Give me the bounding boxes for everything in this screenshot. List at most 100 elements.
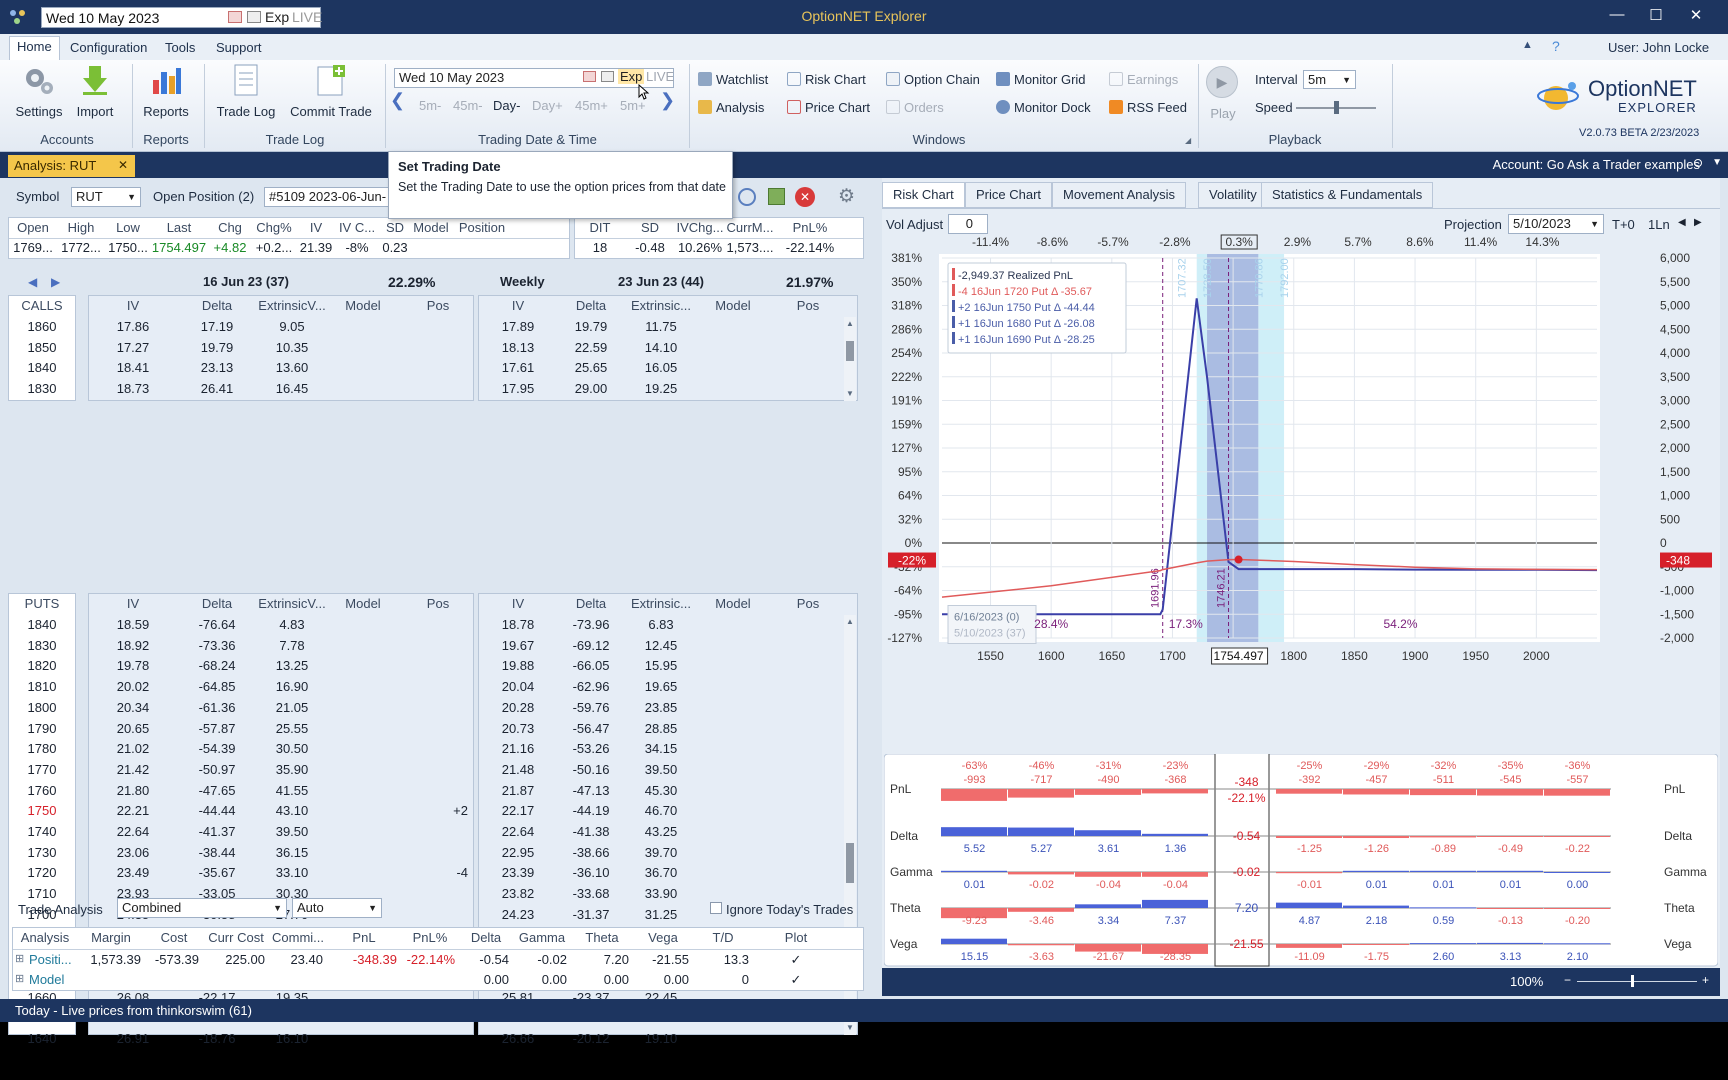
menu-configuration[interactable]: Configuration bbox=[63, 38, 154, 57]
put-row[interactable]: 1800 20.34 -61.36 21.05 20.28 -59.76 23.85 bbox=[8, 698, 838, 718]
analysis-button[interactable]: Analysis bbox=[698, 100, 764, 115]
exp-button[interactable]: Exp bbox=[618, 69, 645, 84]
combined-select[interactable]: Combined ▼ bbox=[117, 898, 287, 918]
strike-cell: 1760 bbox=[27, 782, 57, 798]
reports-button[interactable]: Reports bbox=[139, 64, 193, 128]
call-row[interactable]: 1840 18.41 23.13 13.60 17.61 25.65 16.05 bbox=[8, 358, 838, 378]
put-row[interactable]: 1740 22.64 -41.37 39.50 22.64 -41.38 43.25 bbox=[8, 822, 838, 842]
menu-support[interactable]: Support bbox=[209, 38, 269, 57]
menu-tools[interactable]: Tools bbox=[158, 38, 202, 57]
tab-analysis-rut[interactable]: Analysis: RUT ✕ bbox=[8, 155, 135, 177]
put-row[interactable]: 1790 20.65 -57.87 25.55 20.73 -56.47 28.85 bbox=[8, 719, 838, 739]
delete-icon[interactable]: ✕ bbox=[795, 187, 815, 207]
dropdown-icon[interactable]: ▼ bbox=[1712, 157, 1722, 168]
open-position-select[interactable]: #5109 2023-06-Jun- bbox=[264, 187, 394, 207]
interval-select[interactable]: 5m ▼ bbox=[1303, 70, 1356, 89]
tab-statistics[interactable]: Statistics & Fundamentals bbox=[1261, 182, 1434, 208]
chain-cell[interactable]: +2 bbox=[398, 803, 474, 818]
symbol-select[interactable]: RUT ▼ bbox=[71, 187, 141, 207]
step-5m-back[interactable]: 5m- bbox=[419, 98, 441, 113]
auto-select[interactable]: Auto ▼ bbox=[292, 898, 382, 918]
ignore-trades-checkbox[interactable] bbox=[710, 902, 722, 914]
price-chart-button[interactable]: Price Chart bbox=[787, 100, 870, 115]
step-forward-icon[interactable]: ❯ bbox=[660, 90, 675, 111]
orders-button[interactable]: Orders bbox=[886, 100, 944, 115]
put-row[interactable]: 1770 21.42 -50.97 35.90 21.48 -50.16 39.50 bbox=[8, 760, 838, 780]
right-axis-tick: 4,500 bbox=[1660, 322, 1690, 336]
close-tab-icon[interactable]: ✕ bbox=[118, 158, 128, 172]
step-back-icon[interactable]: ❮ bbox=[390, 90, 405, 111]
plot-checkbox[interactable]: ✓ bbox=[753, 952, 839, 968]
zoom-in-icon[interactable]: + bbox=[1702, 973, 1709, 987]
calendar-icon[interactable] bbox=[583, 71, 596, 82]
step-45m-back[interactable]: 45m- bbox=[453, 98, 483, 113]
put-row[interactable]: 1720 23.49 -35.67 33.10 -4 23.39 -36.10 36.70 bbox=[8, 863, 838, 883]
expand-row-icon[interactable]: ⊞ bbox=[15, 952, 24, 965]
step-5m-forward[interactable]: 5m+ bbox=[620, 98, 646, 113]
scroll-thumb[interactable] bbox=[846, 341, 854, 361]
scroll-thumb[interactable] bbox=[846, 843, 854, 883]
risk-chart-plot[interactable]: 381% 6,000 350% 5,500 318% 5,000 286% 4,500 254%… bbox=[882, 234, 1720, 674]
rss-feed-button[interactable]: RSS Feed bbox=[1109, 100, 1187, 115]
tab-price-chart[interactable]: Price Chart bbox=[965, 182, 1053, 208]
live-button[interactable]: LIVE bbox=[646, 69, 674, 84]
earnings-button[interactable]: Earnings bbox=[1109, 72, 1178, 87]
put-row[interactable]: 1750 22.21 -44.44 43.10 +2 22.17 -44.19 46.70 bbox=[8, 801, 838, 821]
search-icon[interactable] bbox=[738, 188, 756, 206]
zoom-out-icon[interactable]: − bbox=[1564, 973, 1571, 987]
import-button[interactable]: Import bbox=[68, 64, 122, 128]
put-row[interactable]: 1840 18.59 -76.64 4.83 18.78 -73.96 6.83 bbox=[8, 615, 838, 635]
step-45m-forward[interactable]: 45m+ bbox=[575, 98, 608, 113]
zoom-slider-thumb[interactable] bbox=[1631, 975, 1634, 987]
trade-log-button[interactable]: Trade Log bbox=[212, 64, 280, 128]
settings-gear-icon[interactable]: ⚙ bbox=[838, 185, 855, 208]
step-day-forward[interactable]: Day+ bbox=[532, 98, 563, 113]
projection-date-select[interactable]: 5/10/2023 ▼ bbox=[1508, 214, 1604, 234]
put-row[interactable]: 1780 21.02 -54.39 30.50 21.16 -53.26 34.15 bbox=[8, 739, 838, 759]
put-row[interactable]: 1830 18.92 -73.36 7.78 19.67 -69.12 12.45 bbox=[8, 636, 838, 656]
risk-chart-button[interactable]: Risk Chart bbox=[787, 72, 866, 87]
spreadsheet-icon[interactable] bbox=[768, 188, 785, 205]
monitor-grid-button[interactable]: Monitor Grid bbox=[996, 72, 1086, 87]
scroll-down-icon[interactable]: ▼ bbox=[846, 389, 854, 398]
watchlist-button[interactable]: Watchlist bbox=[698, 72, 768, 87]
plot-checkbox[interactable]: ✓ bbox=[753, 972, 839, 988]
scroll-down-icon[interactable]: ▼ bbox=[846, 1023, 854, 1032]
put-row[interactable]: 1640 26.91 -18.76 16.10 26.66 -20.12 19.10 bbox=[8, 1029, 838, 1049]
tab-risk-chart[interactable]: Risk Chart bbox=[882, 182, 965, 208]
put-row[interactable]: 1820 19.78 -68.24 13.25 19.88 -66.05 15.95 bbox=[8, 656, 838, 676]
expand-row-icon[interactable]: ⊞ bbox=[15, 972, 24, 985]
collapse-ribbon-icon[interactable]: ▲ bbox=[1522, 39, 1533, 51]
zoom-slider[interactable] bbox=[1577, 981, 1697, 982]
tab-volatility[interactable]: Volatility bbox=[1198, 182, 1268, 208]
scroll-up-icon[interactable]: ▲ bbox=[846, 617, 854, 626]
settings-button[interactable]: Settings bbox=[12, 64, 66, 128]
speed-slider-thumb[interactable] bbox=[1334, 101, 1339, 114]
monitor-dock-button[interactable]: Monitor Dock bbox=[996, 100, 1091, 115]
call-row[interactable]: 1860 17.86 17.19 9.05 17.89 19.79 11.75 bbox=[8, 317, 838, 337]
grid-icon[interactable] bbox=[601, 71, 614, 82]
scroll-up-icon[interactable]: ▲ bbox=[846, 319, 854, 328]
expiry-nav-next-icon[interactable]: ▶ bbox=[51, 275, 60, 289]
vol-adjust-spinner[interactable]: 0 bbox=[948, 214, 988, 234]
chain-cell[interactable]: -4 bbox=[398, 865, 474, 880]
put-row[interactable]: 1760 21.80 -47.65 41.55 21.87 -47.13 45.30 bbox=[8, 781, 838, 801]
put-row[interactable]: 1730 23.06 -38.44 36.15 22.95 -38.66 39.70 bbox=[8, 843, 838, 863]
maximize-icon[interactable]: ☐ bbox=[1643, 6, 1669, 28]
expiry-nav-prev-icon[interactable]: ◀ bbox=[28, 275, 37, 289]
tab-movement-analysis[interactable]: Movement Analysis bbox=[1052, 182, 1186, 208]
step-day-back[interactable]: Day- bbox=[493, 98, 520, 113]
call-row[interactable]: 1850 17.27 19.79 10.35 18.13 22.59 14.10 bbox=[8, 338, 838, 358]
help-icon[interactable]: ? bbox=[1552, 38, 1560, 54]
menu-home[interactable]: Home bbox=[9, 36, 60, 60]
call-row[interactable]: 1830 18.73 26.41 16.45 17.95 29.00 19.25 bbox=[8, 379, 838, 399]
prev-icon[interactable]: ◀ bbox=[1678, 217, 1686, 228]
put-row[interactable]: 1810 20.02 -64.85 16.90 20.04 -62.96 19.65 bbox=[8, 677, 838, 697]
next-icon[interactable]: ▶ bbox=[1694, 217, 1702, 228]
option-chain-button[interactable]: Option Chain bbox=[886, 72, 980, 87]
minimize-icon[interactable]: — bbox=[1604, 6, 1630, 28]
play-button[interactable]: ▶ Play bbox=[1206, 66, 1240, 126]
commit-trade-button[interactable]: Commit Trade bbox=[286, 64, 376, 128]
dialog-launcher-icon[interactable]: ◢ bbox=[1185, 136, 1191, 145]
close-icon[interactable]: ✕ bbox=[1683, 6, 1709, 28]
